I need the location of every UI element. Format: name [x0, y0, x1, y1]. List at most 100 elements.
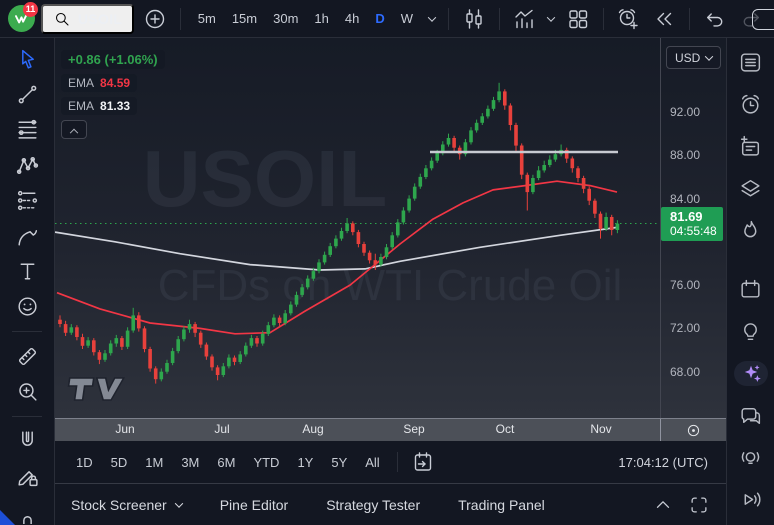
currency-selector[interactable]: USD — [666, 46, 721, 69]
timeframe-5m[interactable]: 5m — [191, 7, 223, 30]
range-5d-button[interactable]: 5D — [104, 450, 135, 475]
alert-plus-icon — [616, 7, 640, 31]
prediction-icon — [15, 188, 40, 213]
layers-icon — [738, 176, 763, 201]
tradingview-logo[interactable]: 11 — [8, 4, 35, 34]
timeframe-W[interactable]: W — [394, 7, 420, 30]
emoji-tool-button[interactable] — [10, 294, 44, 320]
sidebar-ai-sparkles-button[interactable] — [734, 361, 768, 386]
range-3m-button[interactable]: 3M — [174, 450, 206, 475]
timeframe-4h[interactable]: 4h — [338, 7, 366, 30]
emoji-icon — [15, 294, 40, 319]
tab-strategy-tester[interactable]: Strategy Tester — [326, 497, 420, 513]
time-axis[interactable]: JunJulAugSepOctNov — [55, 418, 726, 441]
sidebar-alert-clock-button[interactable] — [734, 92, 768, 117]
range-6m-button[interactable]: 6M — [210, 450, 242, 475]
range-1y-button[interactable]: 1Y — [290, 450, 320, 475]
bar-replay-button[interactable] — [649, 4, 679, 34]
chat-icon — [738, 403, 763, 428]
range-all-button[interactable]: All — [358, 450, 386, 475]
brush-tool-button[interactable] — [10, 223, 44, 249]
chart-style-button[interactable] — [459, 4, 489, 34]
tab-label: Stock Screener — [71, 497, 167, 513]
cursor-icon — [15, 47, 40, 72]
indicator-value: 84.59 — [100, 76, 130, 90]
undo-button[interactable] — [700, 4, 730, 34]
range-ytd-button[interactable]: YTD — [246, 450, 286, 475]
chart-settings-button[interactable] — [660, 419, 726, 441]
plus-circle-icon — [143, 7, 167, 31]
ruler-tool-button[interactable] — [10, 343, 44, 369]
trend-line-icon — [15, 82, 40, 107]
panel-maximize-button[interactable] — [688, 494, 710, 516]
indicators-button[interactable] — [509, 4, 539, 34]
cursor-tool-button[interactable] — [10, 46, 44, 72]
prediction-tool-button[interactable] — [10, 188, 44, 214]
watchlist-icon — [738, 50, 763, 75]
bottom-panel: Stock Screener Pine Editor Strategy Tester… — [55, 483, 726, 525]
sidebar-live-play-button[interactable] — [734, 487, 768, 512]
timeframe-1h[interactable]: 1h — [307, 7, 335, 30]
create-alert-button[interactable] — [613, 4, 643, 34]
sidebar-flame-button[interactable] — [734, 218, 768, 243]
symbol-change-row[interactable]: +0.86 (+1.06%) — [61, 50, 165, 69]
clock-utc[interactable]: 17:04:12 (UTC) — [618, 455, 712, 470]
sidebar-calendar-button[interactable] — [734, 277, 768, 302]
tab-trading-panel[interactable]: Trading Panel — [458, 497, 545, 513]
legend-collapse-button[interactable] — [61, 120, 87, 139]
sidebar-layers-button[interactable] — [734, 176, 768, 201]
notifications-badge[interactable]: 11 — [23, 2, 38, 17]
text-tool-button[interactable] — [10, 258, 44, 284]
sidebar-text-notes-button[interactable] — [734, 134, 768, 159]
tradingview-watermark-logo[interactable] — [67, 378, 124, 400]
text-icon — [15, 259, 40, 284]
xabcd-pattern-tool-button[interactable] — [10, 152, 44, 178]
symbol-search-button[interactable]: USOIL — [41, 4, 134, 34]
indicator-templates-button[interactable] — [545, 13, 557, 25]
sidebar-chat-button[interactable] — [734, 403, 768, 428]
ema-slow-row[interactable]: EMA 81.33 — [61, 97, 137, 115]
save-layout-button[interactable] — [752, 9, 774, 30]
chart-plot[interactable]: USOILCFDs on WTI Crude Oil +0.86 (+1.06%… — [55, 38, 660, 418]
watermark-symbol: USOIL — [143, 134, 387, 223]
range-5y-button[interactable]: 5Y — [324, 450, 354, 475]
timeframe-D[interactable]: D — [368, 7, 391, 30]
ema-fast-row[interactable]: EMA 84.59 — [61, 74, 137, 92]
sidebar-idea-bulb-button[interactable] — [734, 319, 768, 344]
price-axis[interactable]: USD 81.69 04:55:48 92.0088.0084.0076.007… — [660, 38, 726, 418]
price-tick: 84.00 — [670, 192, 700, 206]
indicators-icon — [512, 7, 536, 31]
undo-icon — [703, 7, 727, 31]
price-tick: 72.00 — [670, 321, 700, 335]
sidebar-streams-bulb-button[interactable] — [734, 445, 768, 470]
indicator-label: EMA — [68, 99, 94, 113]
range-1d-button[interactable]: 1D — [69, 450, 100, 475]
range-toolbar: 1D5D1M3M6MYTD1Y5YAll 17:04:12 (UTC) — [55, 441, 726, 483]
lock-partial-tool-button[interactable] — [10, 499, 44, 525]
timeframe-15m[interactable]: 15m — [225, 7, 264, 30]
go-to-date-icon — [411, 450, 435, 474]
draw-lock-tool-button[interactable] — [10, 463, 44, 489]
search-icon — [53, 10, 71, 28]
trend-line-tool-button[interactable] — [10, 81, 44, 107]
tab-stock-screener[interactable]: Stock Screener — [71, 497, 182, 513]
xabcd-pattern-icon — [15, 153, 40, 178]
go-to-date-button[interactable] — [408, 447, 438, 477]
time-axis-scale[interactable]: JunJulAugSepOctNov — [55, 419, 660, 441]
chevron-down-icon — [547, 13, 555, 21]
layout-grid-button[interactable] — [563, 4, 593, 34]
gear-icon — [685, 422, 702, 439]
fib-lines-tool-button[interactable] — [10, 117, 44, 143]
magnet-tool-button[interactable] — [10, 428, 44, 454]
price-tick: 76.00 — [670, 278, 700, 292]
time-tick-oct: Oct — [496, 422, 515, 436]
timeframe-menu-button[interactable] — [426, 13, 438, 25]
zoom-in-tool-button[interactable] — [10, 378, 44, 404]
panel-expand-button[interactable] — [652, 494, 674, 516]
tab-pine-editor[interactable]: Pine Editor — [220, 497, 288, 513]
ai-sparkles-icon — [738, 361, 763, 386]
range-1m-button[interactable]: 1M — [138, 450, 170, 475]
sidebar-watchlist-button[interactable] — [734, 50, 768, 75]
compare-add-button[interactable] — [140, 4, 170, 34]
timeframe-30m[interactable]: 30m — [266, 7, 305, 30]
